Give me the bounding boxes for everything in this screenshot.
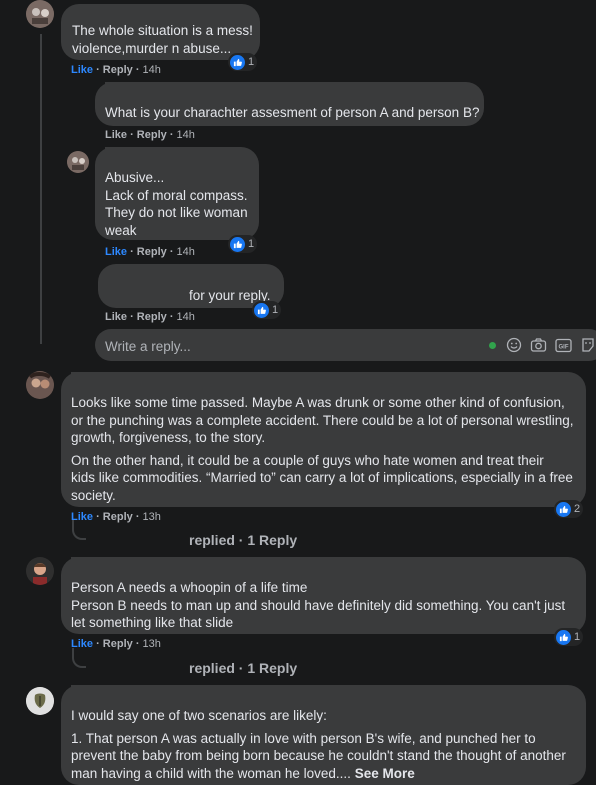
comment-text: I would say one of two scenarios are lik… — [71, 708, 327, 723]
comment-text: kids like commodities. “Married to” can … — [71, 470, 573, 485]
reply-link[interactable]: Reply — [137, 129, 167, 141]
comment-text: What is your charachter assesment of per… — [105, 105, 480, 120]
comment-actions: Like · Reply · 14h — [105, 311, 195, 323]
comment-actions: Like · Reply · 14h — [71, 64, 161, 76]
comment-text: Looks like some time passed. Maybe A was… — [71, 395, 565, 410]
avatar[interactable] — [67, 151, 89, 173]
reaction-count[interactable]: 1 — [228, 53, 258, 71]
like-link[interactable]: Like — [105, 246, 127, 258]
comment-text: They do not like woman — [105, 205, 248, 220]
comment-text: Abusive... — [105, 170, 165, 185]
reaction-count[interactable]: 1 — [252, 301, 282, 319]
thumbs-up-icon — [556, 629, 571, 645]
comment-actions: Like · Reply · 13h — [71, 511, 161, 523]
like-link[interactable]: Like — [71, 638, 93, 650]
avatar[interactable] — [26, 371, 54, 399]
avatar[interactable] — [26, 687, 54, 715]
reaction-count[interactable]: 1 — [554, 628, 584, 646]
thumbs-up-icon — [230, 236, 245, 252]
thread-curve — [72, 520, 86, 540]
comment-actions: Like · Reply · 13h — [71, 638, 161, 650]
timestamp[interactable]: 14h — [143, 64, 161, 76]
redacted-name — [105, 82, 215, 100]
reaction-count[interactable]: 1 — [228, 235, 258, 253]
like-link[interactable]: Like — [105, 311, 127, 323]
view-replies-link[interactable]: replied · 1 Reply — [189, 660, 297, 676]
comment-text: Person B needs to man up and should have… — [71, 597, 566, 613]
comment-text: Person A needs a whoopin of a life time — [71, 580, 308, 595]
online-dot-icon — [489, 342, 496, 349]
timestamp[interactable]: 14h — [177, 129, 195, 141]
reply-link[interactable]: Reply — [137, 246, 167, 258]
thumbs-up-icon — [254, 302, 269, 318]
sticker-icon[interactable] — [580, 337, 596, 358]
reply-input[interactable]: Write a reply... — [105, 338, 596, 356]
timestamp[interactable]: 14h — [177, 311, 195, 323]
comment-text-last: man having a child with the woman he lov… — [71, 765, 415, 781]
reply-link[interactable]: Reply — [103, 64, 133, 76]
reply-link[interactable]: Reply — [103, 511, 133, 523]
thread-line — [40, 34, 42, 344]
avatar[interactable] — [26, 0, 54, 28]
comment-text: society. — [71, 487, 116, 503]
thumbs-up-icon — [556, 501, 571, 517]
avatar-image-icon — [26, 371, 54, 399]
reply-link[interactable]: Reply — [137, 311, 167, 323]
comment-text: On the other hand, it could be a couple … — [71, 452, 544, 468]
avatar-image-icon — [26, 557, 54, 585]
reply-link[interactable]: Reply — [103, 638, 133, 650]
comment-text: prevent the baby from being born because… — [71, 748, 566, 763]
like-link[interactable]: Like — [71, 511, 93, 523]
like-link[interactable]: Like — [105, 129, 127, 141]
thread-curve — [72, 648, 86, 668]
avatar-image-icon — [26, 687, 54, 715]
camera-icon[interactable] — [530, 337, 547, 358]
emoji-icon[interactable] — [506, 337, 522, 358]
avatar[interactable] — [26, 557, 54, 585]
comment-text: let something like that slide — [71, 615, 234, 630]
like-link[interactable]: Like — [71, 64, 93, 76]
thumbs-up-icon — [230, 54, 245, 70]
see-more-link[interactable]: See More — [355, 766, 415, 781]
comment-actions: Like · Reply · 14h — [105, 246, 195, 258]
comment-actions: Like · Reply · 14h — [105, 129, 195, 141]
redacted-name — [71, 557, 211, 579]
view-replies-link[interactable]: replied · 1 Reply — [189, 532, 297, 548]
timestamp[interactable]: 14h — [177, 246, 195, 258]
comment-text: growth, forgiveness, to the story. — [71, 430, 266, 445]
redacted-name — [71, 685, 221, 705]
gif-icon[interactable]: GIF — [555, 338, 572, 358]
comment-bubble: Looks like some time passed. Maybe A was… — [61, 372, 586, 507]
redacted-name — [71, 372, 251, 392]
comment-text: Lack of moral compass. — [105, 187, 248, 203]
comment-text: 1. That person A was actually in love wi… — [71, 730, 536, 746]
timestamp[interactable]: 13h — [143, 511, 161, 523]
comment-text: The whole situation is a mess! — [72, 23, 253, 38]
svg-text:GIF: GIF — [559, 345, 569, 351]
avatar-image-icon — [26, 0, 54, 28]
reaction-count[interactable]: 2 — [554, 500, 584, 518]
avatar-image-icon — [67, 151, 89, 173]
timestamp[interactable]: 13h — [143, 638, 161, 650]
comment-text: or the punching was a complete accident.… — [71, 412, 574, 428]
redacted-name — [105, 147, 200, 165]
redacted-name — [80, 4, 175, 18]
